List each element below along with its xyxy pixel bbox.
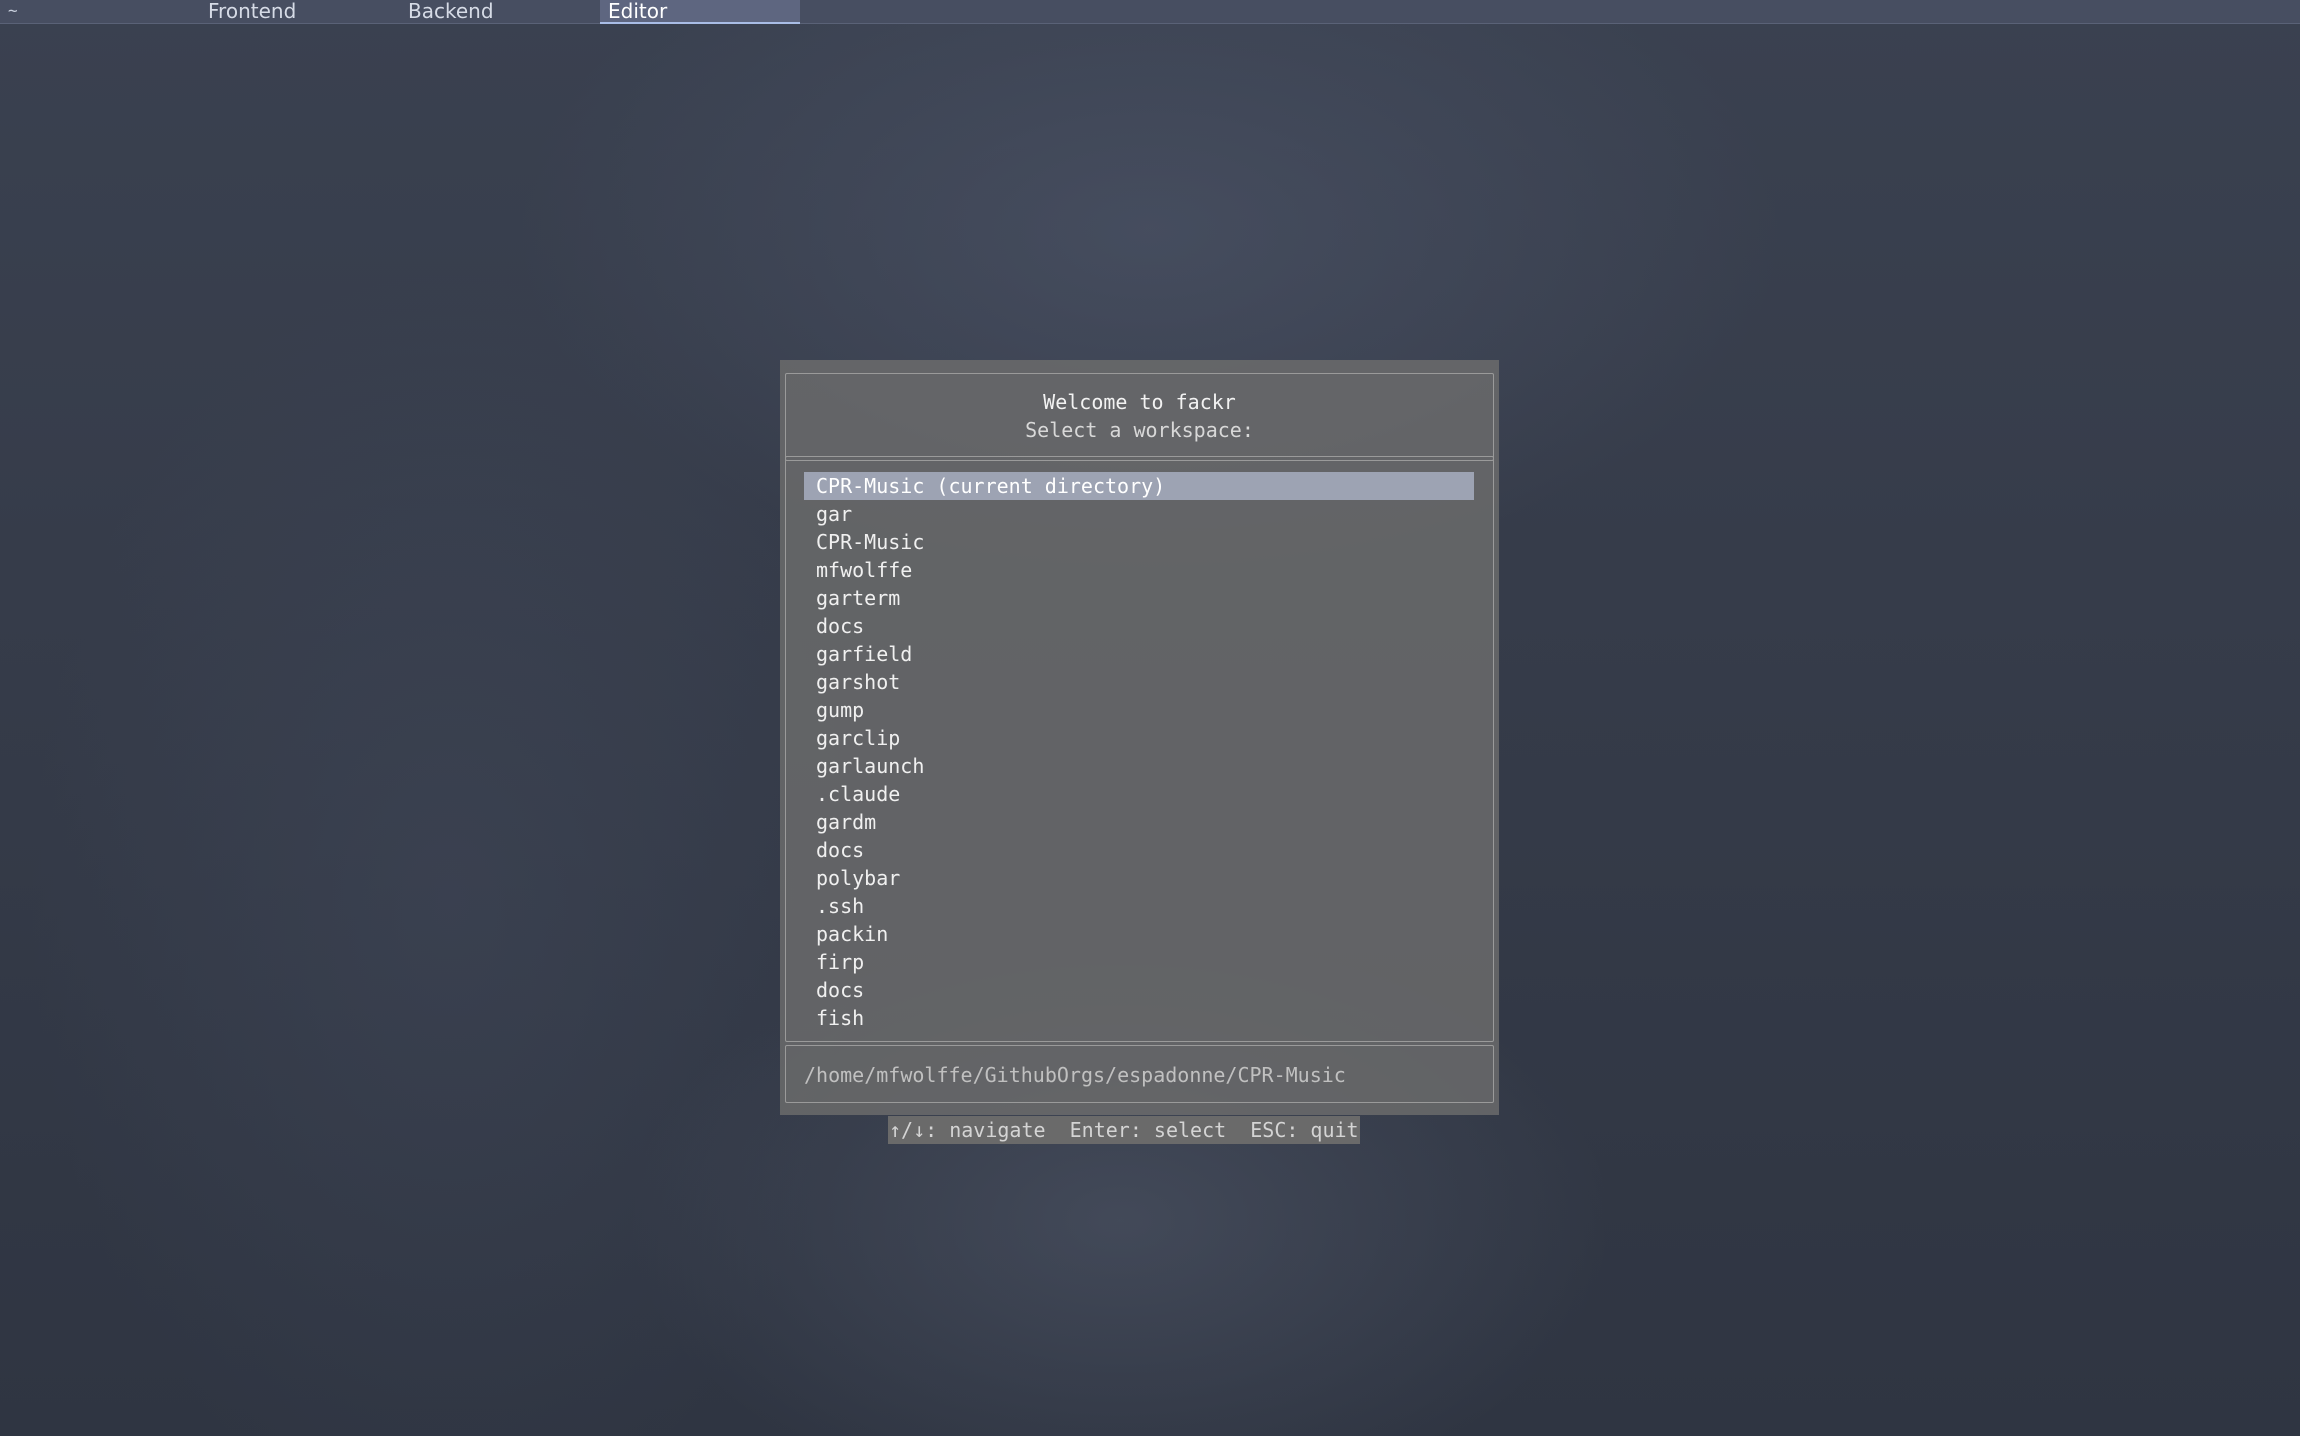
tab-label: Frontend	[208, 0, 297, 23]
workspace-item[interactable]: polybar	[804, 864, 1474, 892]
tab-bar: ~ Frontend Backend Editor	[0, 0, 2300, 24]
workspace-item[interactable]: .ssh	[804, 892, 1474, 920]
home-indicator: ~	[8, 1, 18, 20]
dialog-header-frame	[785, 373, 1494, 461]
workspace-item[interactable]: docs	[804, 976, 1474, 1004]
workspace-item[interactable]: gardm	[804, 808, 1474, 836]
workspace-item[interactable]: garshot	[804, 668, 1474, 696]
workspace-item[interactable]: packin	[804, 920, 1474, 948]
tab-frontend[interactable]: Frontend	[208, 0, 333, 23]
workspace-item[interactable]: fish	[804, 1004, 1474, 1032]
workspace-dialog: Welcome to fackr Select a workspace: CPR…	[780, 360, 1499, 1115]
workspace-list: CPR-Music (current directory) gar CPR-Mu…	[804, 472, 1474, 1032]
workspace-item[interactable]: garclip	[804, 724, 1474, 752]
dialog-title: Welcome to fackr	[1043, 390, 1236, 414]
tab-label: Editor	[608, 0, 668, 23]
workspace-item[interactable]: .claude	[804, 780, 1474, 808]
tab-editor[interactable]: Editor	[600, 0, 800, 24]
workspace-item-selected[interactable]: CPR-Music (current directory)	[804, 472, 1474, 500]
workspace-item[interactable]: docs	[804, 612, 1474, 640]
workspace-item[interactable]: gar	[804, 500, 1474, 528]
workspace-item[interactable]: CPR-Music	[804, 528, 1474, 556]
workspace-item[interactable]: garlaunch	[804, 752, 1474, 780]
workspace-item[interactable]: firp	[804, 948, 1474, 976]
tab-label: Backend	[408, 0, 494, 23]
tab-backend[interactable]: Backend	[408, 0, 533, 23]
selected-path: /home/mfwolffe/GithubOrgs/espadonne/CPR-…	[804, 1063, 1346, 1087]
dialog-subtitle: Select a workspace:	[1025, 418, 1254, 442]
workspace-item[interactable]: mfwolffe	[804, 556, 1474, 584]
workspace-item[interactable]: garterm	[804, 584, 1474, 612]
keyboard-hints: ↑/↓: navigate Enter: select ESC: quit	[888, 1116, 1360, 1144]
workspace-item[interactable]: docs	[804, 836, 1474, 864]
workspace-item[interactable]: gump	[804, 696, 1474, 724]
workspace-item[interactable]: garfield	[804, 640, 1474, 668]
